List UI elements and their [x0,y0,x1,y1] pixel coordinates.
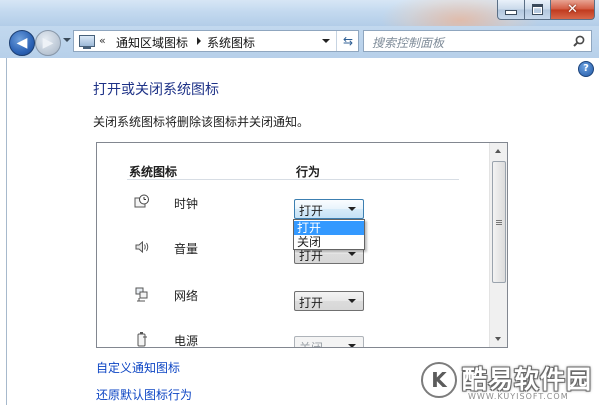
window-controls: ✕ [497,0,595,20]
overflow-chevron[interactable]: « [99,34,106,47]
clock-icon [134,194,149,208]
customize-notification-icons-link[interactable]: 自定义通知图标 [96,359,180,376]
volume-icon [135,240,149,254]
grip-icon [496,220,502,221]
minimize-button[interactable] [497,0,525,20]
header-divider [127,179,459,180]
row-label-clock: 时钟 [174,197,199,211]
clock-behavior-options: 打开 关闭 [293,219,365,250]
address-bar[interactable]: « 通知区域图标 系统图标 ⇆ [73,30,359,52]
search-icon[interactable] [573,35,585,47]
chevron-down-icon [348,252,356,256]
back-button[interactable]: ◀ [9,30,35,56]
search-box[interactable]: 搜索控制面板 [363,30,592,52]
network-icon [135,287,148,302]
network-behavior-select[interactable]: 打开 [294,291,364,311]
power-icon [137,332,147,347]
breadcrumb-system-icons[interactable]: 系统图标 [207,34,255,51]
control-panel-icon [79,35,95,49]
restore-default-icon-behaviors-link[interactable]: 还原默认图标行为 [96,386,192,403]
watermark: K 酷易软件园 WWW.KUYISOFT.COM [418,358,599,405]
arrow-left-icon: ◀ [16,35,28,51]
option-off[interactable]: 关闭 [294,235,364,249]
vertical-scrollbar[interactable] [489,143,507,347]
column-header-icon: 系统图标 [129,165,178,179]
row-label-power: 电源 [174,334,199,348]
page-description: 关闭系统图标将删除该图标并关闭通知。 [93,115,310,129]
chevron-down-icon [348,207,356,211]
row-label-network: 网络 [174,289,199,303]
minimize-icon [505,10,517,15]
watermark-url: WWW.KUYISOFT.COM [468,392,569,401]
refresh-button[interactable]: ⇆ [336,31,359,51]
scroll-up-button[interactable] [490,143,507,160]
title-bar: ✕ [0,0,599,50]
help-icon[interactable]: ? [578,61,594,77]
breadcrumb-separator-icon[interactable] [197,37,201,45]
refresh-icon: ⇆ [342,34,354,48]
forward-button[interactable]: ▶ [35,30,61,56]
maximize-icon [532,4,543,15]
network-behavior-value: 打开 [299,296,324,310]
breadcrumb-notification-area-icons[interactable]: 通知区域图标 [116,34,188,51]
close-icon: ✕ [567,2,578,17]
maximize-button[interactable] [525,0,551,20]
scroll-down-button[interactable] [490,330,507,347]
chevron-down-icon [348,299,356,303]
close-button[interactable]: ✕ [551,0,595,20]
recent-pages-dropdown[interactable] [63,38,71,42]
search-input[interactable]: 搜索控制面板 [372,34,444,51]
arrow-right-icon: ▶ [42,35,54,51]
clock-behavior-select[interactable]: 打开 [294,199,364,219]
clock-behavior-value: 打开 [299,204,324,218]
watermark-name: 酷易软件园 [462,365,593,394]
power-behavior-select[interactable]: 关闭 [294,336,364,348]
page-title: 打开或关闭系统图标 [93,82,219,98]
option-on[interactable]: 打开 [294,221,364,235]
address-dropdown-icon[interactable] [322,39,330,43]
scroll-thumb[interactable] [492,161,506,283]
column-header-behavior: 行为 [296,165,321,179]
power-behavior-value: 关闭 [299,341,324,348]
row-label-volume: 音量 [174,242,199,256]
watermark-logo: K [421,362,457,398]
chevron-down-icon [348,344,356,347]
